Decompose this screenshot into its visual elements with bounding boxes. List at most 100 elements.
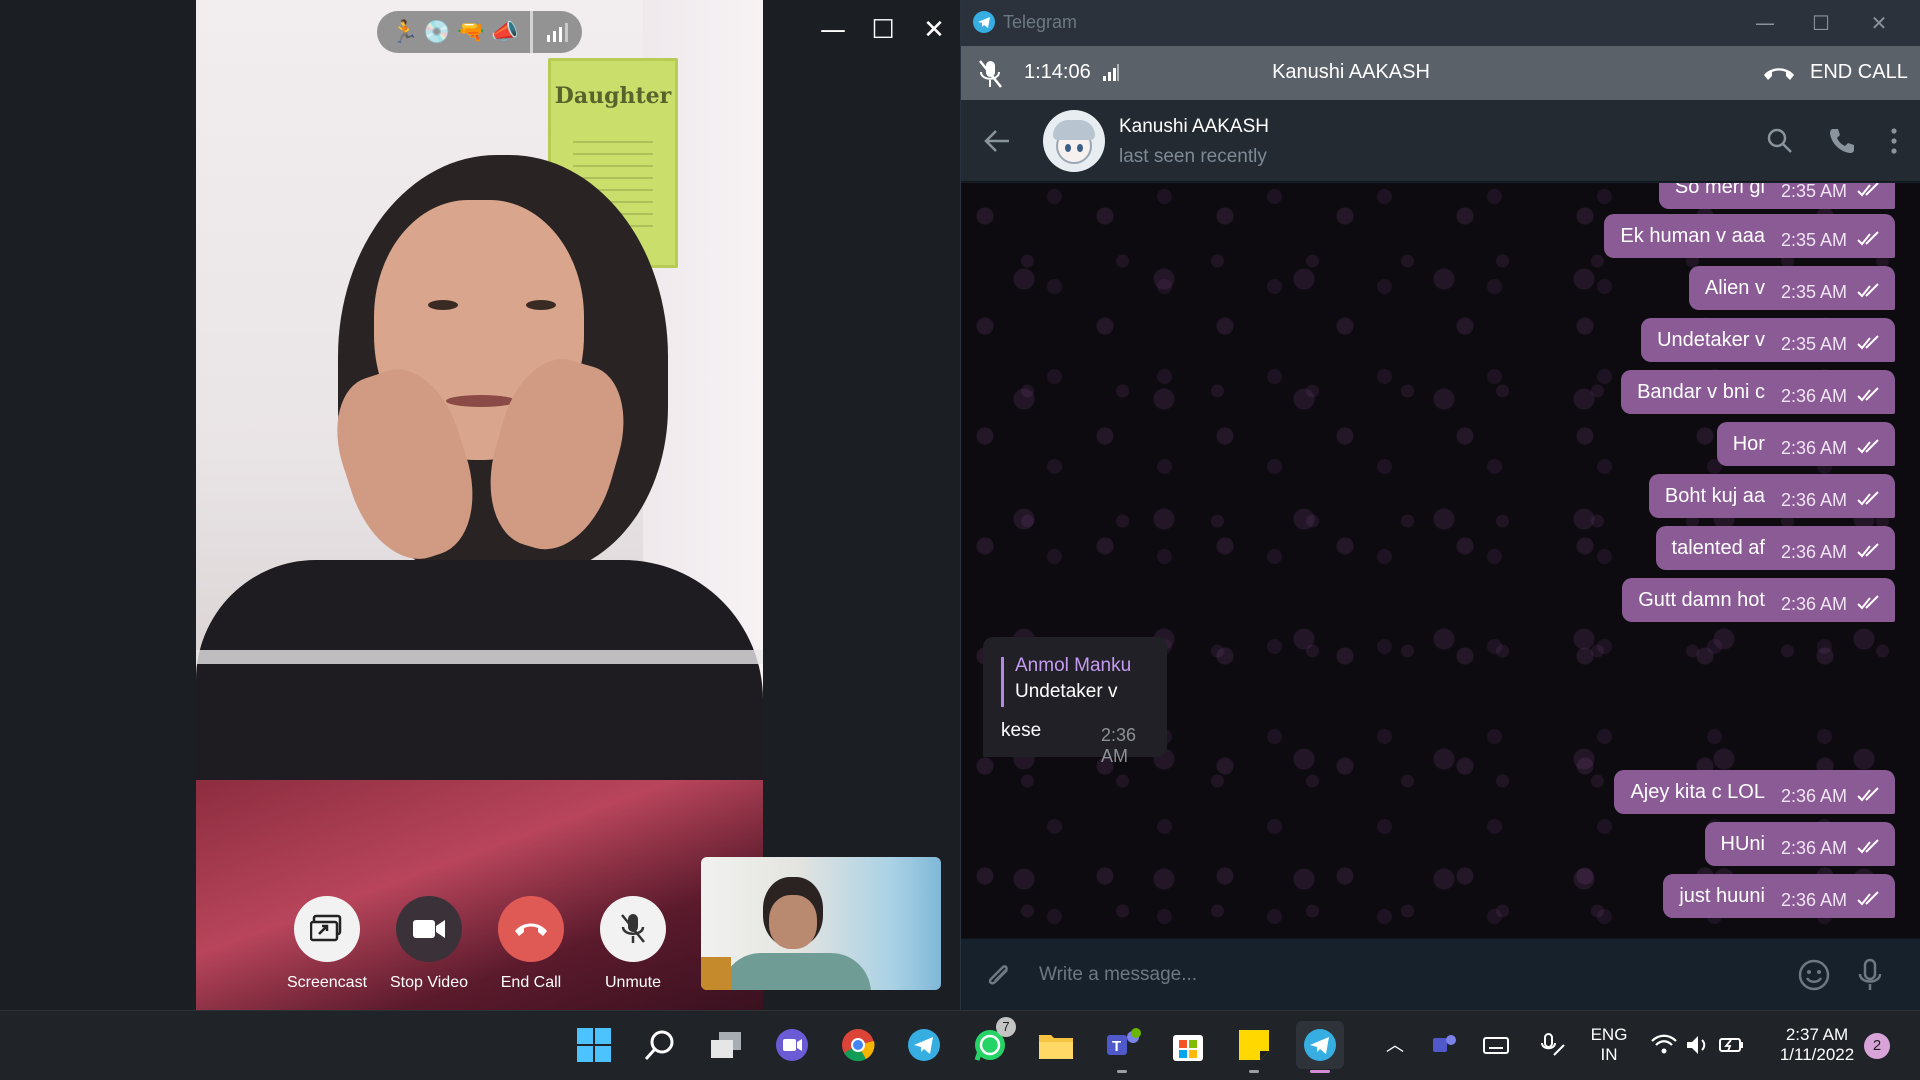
microphone-icon[interactable]: [1853, 958, 1887, 992]
screencast-icon: [310, 914, 342, 942]
outgoing-message[interactable]: Ajey kita c LOL 2:36 AM: [1614, 770, 1895, 814]
telegram-icon: [1304, 1029, 1336, 1061]
message-input[interactable]: [1039, 957, 1739, 993]
message-composer: [961, 938, 1920, 1010]
outgoing-message[interactable]: Hor 2:36 AM: [1716, 422, 1895, 466]
tg-maximize-button[interactable]: ☐: [1801, 8, 1841, 38]
chat-header: Kanushi AAKASH last seen recently: [961, 100, 1920, 182]
telegram-icon: [908, 1029, 940, 1061]
outgoing-message[interactable]: So meri gi 2:35 AM: [1658, 183, 1895, 209]
taskbar-app-telegram[interactable]: [900, 1021, 948, 1069]
outgoing-message[interactable]: Ek human v aaa 2:35 AM: [1604, 214, 1895, 258]
unmute-button[interactable]: [600, 896, 666, 962]
outgoing-message[interactable]: just huuni 2:36 AM: [1663, 874, 1895, 918]
taskbar-app-chrome[interactable]: [834, 1021, 882, 1069]
double-check-icon: [1857, 891, 1879, 906]
maximize-button[interactable]: ☐: [863, 10, 903, 50]
taskbar-app-store[interactable]: [1164, 1021, 1212, 1069]
windows-logo-icon: [577, 1028, 611, 1062]
taskbar-app-sticky-notes[interactable]: [1230, 1021, 1278, 1073]
teams-tray-icon[interactable]: [1430, 1031, 1458, 1059]
runner-emoji-icon: 🏃: [391, 19, 419, 44]
back-arrow-icon[interactable]: [983, 128, 1013, 154]
water-gun-emoji-icon: 🔫: [457, 19, 485, 44]
outgoing-message[interactable]: Alien v 2:35 AM: [1688, 266, 1895, 310]
end-call-link[interactable]: END CALL: [1810, 61, 1908, 84]
telegram-logo-icon: [973, 11, 995, 33]
more-options-icon[interactable]: [1879, 126, 1909, 156]
outgoing-message[interactable]: HUni 2:36 AM: [1704, 822, 1895, 866]
start-button[interactable]: [570, 1021, 618, 1069]
sticky-notes-icon: [1239, 1030, 1269, 1060]
double-check-icon: [1857, 283, 1879, 298]
video-camera-icon: [413, 920, 445, 938]
task-view-button[interactable]: [702, 1021, 750, 1069]
incoming-message-time: 2:36 AM: [1101, 725, 1137, 766]
outgoing-message[interactable]: talented af 2:36 AM: [1655, 526, 1895, 570]
call-status-pill: 🏃 💿 🔫 📣: [377, 11, 582, 53]
active-call-bar[interactable]: 1:14:06 Kanushi AAKASH END CALL: [961, 46, 1920, 100]
chat-messages-area[interactable]: So meri gi 2:35 AM Ek human v aaa 2:35 A…: [961, 183, 1920, 938]
hang-up-icon: [515, 923, 547, 936]
teams-chat-icon: [776, 1029, 808, 1061]
taskbar-app-teams[interactable]: T: [1098, 1021, 1146, 1073]
double-check-icon: [1857, 595, 1879, 610]
outgoing-message[interactable]: Boht kuj aa 2:36 AM: [1648, 474, 1895, 518]
mic-pen-input-icon[interactable]: [1538, 1031, 1566, 1059]
phone-icon[interactable]: [1827, 126, 1857, 156]
close-button[interactable]: ✕: [914, 10, 954, 50]
double-check-icon: [1857, 439, 1879, 454]
telegram-titlebar: Telegram — ☐ ✕: [961, 0, 1920, 46]
double-check-icon: [1857, 787, 1879, 802]
search-icon[interactable]: [1765, 126, 1795, 156]
input-language[interactable]: ENG IN: [1584, 1025, 1634, 1065]
attach-paperclip-icon[interactable]: [983, 958, 1017, 992]
double-check-icon: [1857, 183, 1879, 197]
notification-center-badge[interactable]: 2: [1864, 1033, 1890, 1059]
tg-close-button[interactable]: ✕: [1859, 8, 1899, 38]
clock[interactable]: 2:37 AM 1/11/2022: [1762, 1025, 1872, 1065]
taskbar-app-file-explorer[interactable]: [1032, 1021, 1080, 1069]
tg-minimize-button[interactable]: —: [1745, 8, 1785, 38]
poster-text: Daughter: [554, 83, 672, 109]
telegram-window: Telegram — ☐ ✕ 1:14:06 Kanushi AAKASH EN…: [960, 0, 1920, 1010]
double-check-icon: [1857, 387, 1879, 402]
outgoing-message[interactable]: Undetaker v 2:35 AM: [1641, 318, 1895, 362]
task-view-icon: [711, 1032, 741, 1058]
taskbar-search-button[interactable]: [636, 1021, 684, 1069]
person-eye-left: [428, 300, 458, 310]
hang-up-icon[interactable]: [1762, 64, 1796, 82]
double-check-icon: [1857, 543, 1879, 558]
outgoing-message[interactable]: Gutt damn hot 2:36 AM: [1622, 578, 1895, 622]
contact-name[interactable]: Kanushi AAKASH: [1119, 116, 1269, 138]
reply-quoted-text[interactable]: Undetaker v: [1015, 681, 1117, 703]
contact-avatar[interactable]: [1043, 110, 1105, 172]
minimize-button[interactable]: —: [813, 10, 853, 50]
self-video-preview[interactable]: [701, 857, 941, 990]
incoming-message[interactable]: Anmol Manku Undetaker v kese 2:36 AM: [983, 637, 1167, 766]
windows-taskbar: 7 T ︿ ENG IN 2:37 AM 1/11/2022: [0, 1010, 1920, 1080]
store-icon: [1173, 1035, 1203, 1061]
double-check-icon: [1857, 231, 1879, 246]
chrome-icon: [842, 1029, 875, 1062]
taskbar-app-whatsapp[interactable]: 7: [966, 1017, 1016, 1069]
emoji-icon[interactable]: [1797, 958, 1831, 992]
screencast-button[interactable]: [294, 896, 360, 962]
taskbar-app-teams-chat[interactable]: [768, 1021, 816, 1069]
reply-author[interactable]: Anmol Manku: [1015, 655, 1131, 677]
battery-charging-icon[interactable]: [1718, 1031, 1746, 1059]
remote-video-feed: Daughter: [196, 0, 763, 1010]
volume-icon[interactable]: [1684, 1031, 1712, 1059]
outgoing-message[interactable]: Bandar v bni c 2:36 AM: [1621, 370, 1895, 414]
taskbar-app-telegram-active[interactable]: [1296, 1021, 1344, 1073]
reply-quote-bar: [1001, 657, 1004, 707]
show-hidden-icons-chevron-icon[interactable]: ︿: [1381, 1031, 1409, 1059]
whatsapp-unread-badge: 7: [996, 1017, 1016, 1037]
folder-icon: [1039, 1035, 1073, 1059]
wifi-icon[interactable]: [1650, 1031, 1678, 1059]
stop-video-button[interactable]: [396, 896, 462, 962]
search-icon: [644, 1030, 674, 1061]
keyboard-icon[interactable]: [1482, 1031, 1510, 1059]
end-call-button[interactable]: [498, 896, 564, 962]
teams-icon: T: [1107, 1028, 1141, 1055]
